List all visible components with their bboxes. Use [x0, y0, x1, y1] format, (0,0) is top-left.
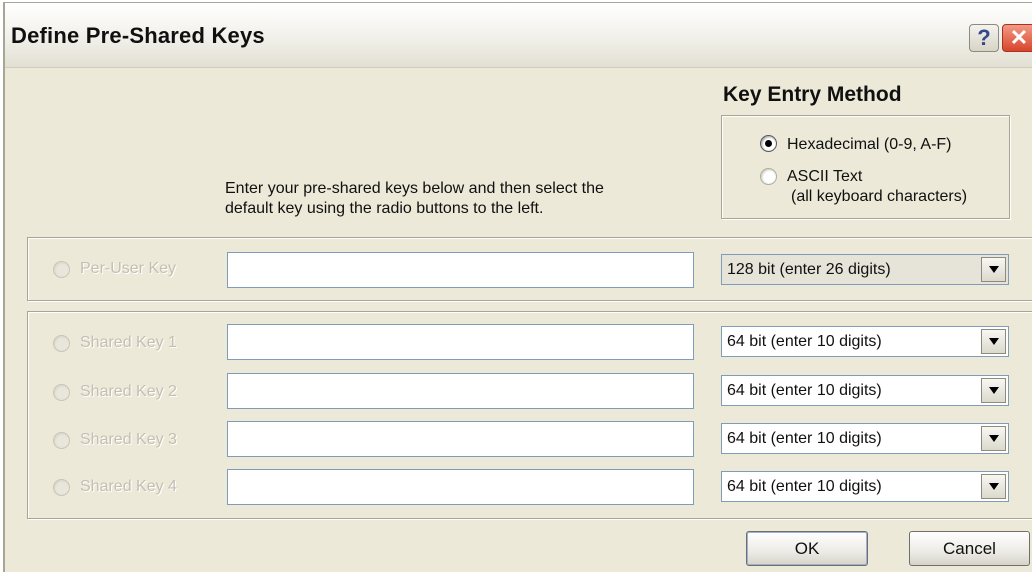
title-bar[interactable]: Define Pre-Shared Keys ? ✕: [5, 3, 1032, 68]
shared-key-2-input[interactable]: [228, 374, 693, 408]
help-button[interactable]: ?: [969, 24, 999, 52]
key-entry-method-group: Hexadecimal (0-9, A-F) ASCII Text (all k…: [721, 115, 1010, 219]
shared-key-3-radio[interactable]: [53, 432, 70, 449]
instructions-line-2: default key using the radio buttons to t…: [225, 200, 544, 217]
chevron-down-icon[interactable]: [981, 474, 1006, 499]
per-user-key-radio[interactable]: [53, 261, 70, 278]
instructions-text: Enter your pre-shared keys below and the…: [225, 179, 695, 219]
close-button[interactable]: ✕: [1002, 24, 1032, 52]
shared-key-2-radio[interactable]: [53, 384, 70, 401]
per-user-key-size-select[interactable]: 128 bit (enter 26 digits): [721, 254, 1009, 285]
shared-key-3-size-select[interactable]: 64 bit (enter 10 digits): [721, 423, 1009, 454]
dialog-window: Define Pre-Shared Keys ? ✕ Key Entry Met…: [3, 2, 1032, 572]
cancel-button[interactable]: Cancel: [909, 531, 1030, 566]
chevron-down-icon[interactable]: [981, 426, 1006, 451]
hexadecimal-radio[interactable]: [760, 135, 777, 152]
shared-key-4-input[interactable]: [228, 470, 693, 504]
shared-key-3-input-box[interactable]: [227, 421, 694, 457]
shared-key-2-size-select[interactable]: 64 bit (enter 10 digits): [721, 375, 1009, 406]
shared-key-1-label: Shared Key 1: [80, 334, 177, 351]
shared-key-1-input-box[interactable]: [227, 324, 694, 360]
shared-key-4-input-box[interactable]: [227, 469, 694, 505]
chevron-down-icon[interactable]: [981, 329, 1006, 354]
shared-key-1-size-value: 64 bit (enter 10 digits): [727, 333, 882, 350]
close-icon: ✕: [1009, 25, 1029, 50]
shared-key-4-size-select[interactable]: 64 bit (enter 10 digits): [721, 471, 1009, 502]
instructions-line-1: Enter your pre-shared keys below and the…: [225, 180, 604, 197]
chevron-down-icon[interactable]: [981, 257, 1006, 282]
per-user-key-label: Per-User Key: [80, 260, 177, 277]
shared-key-3-size-value: 64 bit (enter 10 digits): [727, 430, 882, 447]
shared-key-4-label: Shared Key 4: [80, 478, 177, 495]
shared-key-3-label: Shared Key 3: [80, 431, 177, 448]
per-user-key-input-box[interactable]: [227, 252, 694, 288]
shared-key-2-label: Shared Key 2: [80, 383, 177, 400]
per-user-key-size-value: 128 bit (enter 26 digits): [727, 261, 891, 278]
ascii-text-label[interactable]: ASCII Text: [787, 167, 862, 186]
shared-key-1-radio[interactable]: [53, 335, 70, 352]
hexadecimal-label[interactable]: Hexadecimal (0-9, A-F): [787, 135, 952, 154]
shared-key-3-input[interactable]: [228, 422, 693, 456]
ascii-text-sublabel[interactable]: (all keyboard characters): [791, 187, 967, 206]
shared-key-2-size-value: 64 bit (enter 10 digits): [727, 382, 882, 399]
per-user-key-input[interactable]: [228, 253, 693, 287]
window-title: Define Pre-Shared Keys: [11, 23, 265, 48]
ascii-text-radio[interactable]: [760, 168, 777, 185]
shared-key-2-input-box[interactable]: [227, 373, 694, 409]
ok-button[interactable]: OK: [746, 531, 868, 566]
shared-key-4-size-value: 64 bit (enter 10 digits): [727, 478, 882, 495]
key-entry-method-title: Key Entry Method: [723, 83, 902, 106]
shared-key-1-size-select[interactable]: 64 bit (enter 10 digits): [721, 326, 1009, 357]
shared-key-1-input[interactable]: [228, 325, 693, 359]
help-icon: ?: [977, 25, 991, 50]
chevron-down-icon[interactable]: [981, 378, 1006, 403]
shared-key-4-radio[interactable]: [53, 479, 70, 496]
